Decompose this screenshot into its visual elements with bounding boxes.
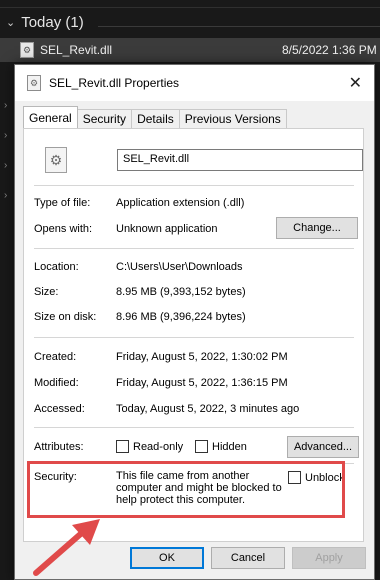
location-value: C:\Users\User\Downloads	[116, 261, 243, 273]
modified-label: Modified:	[34, 377, 79, 389]
divider	[34, 185, 354, 186]
dll-file-icon: ⚙	[20, 42, 34, 58]
hidden-checkbox[interactable]: Hidden	[195, 440, 247, 453]
tab-details[interactable]: Details	[131, 109, 180, 128]
security-highlight-box	[27, 461, 345, 518]
advanced-button[interactable]: Advanced...	[287, 436, 359, 458]
size-on-disk-label: Size on disk:	[34, 311, 97, 323]
tab-general[interactable]: General	[23, 106, 78, 128]
file-name-field[interactable]: SEL_Revit.dll	[117, 149, 363, 171]
type-value: Application extension (.dll)	[116, 197, 245, 209]
tab-security[interactable]: Security	[76, 109, 133, 128]
accessed-value: Today, August 5, 2022, 3 minutes ago	[116, 403, 300, 415]
chevron-down-icon[interactable]: ⌄	[6, 16, 15, 29]
nav-chevron-icon[interactable]: ›	[4, 190, 7, 201]
change-button[interactable]: Change...	[276, 217, 358, 239]
checkbox-box[interactable]	[116, 440, 129, 453]
ok-button[interactable]: OK	[130, 547, 204, 569]
accessed-label: Accessed:	[34, 403, 85, 415]
toolbar-edge	[0, 0, 380, 8]
apply-button[interactable]: Apply	[292, 547, 366, 569]
divider	[34, 427, 354, 428]
readonly-checkbox[interactable]: Read-only	[116, 440, 183, 453]
divider	[34, 248, 354, 249]
checkbox-box[interactable]	[195, 440, 208, 453]
created-label: Created:	[34, 351, 77, 363]
location-label: Location:	[34, 261, 79, 273]
hidden-label: Hidden	[212, 440, 247, 453]
arrow-annotation-icon	[33, 519, 100, 576]
created-value: Friday, August 5, 2022, 1:30:02 PM	[116, 351, 288, 363]
group-label: Today (1)	[21, 14, 84, 31]
nav-chevron-icon[interactable]: ›	[4, 100, 7, 111]
cancel-button[interactable]: Cancel	[211, 547, 285, 569]
tab-previous-versions[interactable]: Previous Versions	[178, 109, 287, 128]
file-row[interactable]: ⚙ SEL_Revit.dll 8/5/2022 1:36 PM	[0, 38, 380, 62]
group-header-today[interactable]: ⌄ Today (1)	[6, 14, 84, 31]
group-divider	[98, 26, 380, 27]
type-label: Type of file:	[34, 197, 91, 209]
size-on-disk-value: 8.96 MB (9,396,224 bytes)	[116, 311, 246, 323]
opens-label: Opens with:	[34, 223, 93, 235]
nav-chevron-icon[interactable]: ›	[4, 130, 7, 141]
dll-file-icon: ⚙	[27, 75, 41, 91]
size-label: Size:	[34, 286, 59, 298]
divider	[34, 337, 354, 338]
dialog-titlebar[interactable]: ⚙ SEL_Revit.dll Properties ✕	[15, 65, 374, 101]
gear-file-icon: ⚙	[45, 147, 67, 173]
file-date: 8/5/2022 1:36 PM	[282, 43, 377, 57]
attributes-label: Attributes:	[34, 441, 84, 453]
tab-strip: General Security Details Previous Versio…	[23, 106, 287, 128]
modified-value: Friday, August 5, 2022, 1:36:15 PM	[116, 377, 288, 389]
nav-chevron-icon[interactable]: ›	[4, 160, 7, 171]
file-name: SEL_Revit.dll	[40, 43, 113, 57]
opens-value: Unknown application	[116, 223, 218, 235]
dialog-title: SEL_Revit.dll Properties	[49, 76, 180, 90]
readonly-label: Read-only	[133, 440, 184, 453]
close-icon[interactable]: ✕	[349, 73, 362, 93]
size-value: 8.95 MB (9,393,152 bytes)	[116, 286, 246, 298]
